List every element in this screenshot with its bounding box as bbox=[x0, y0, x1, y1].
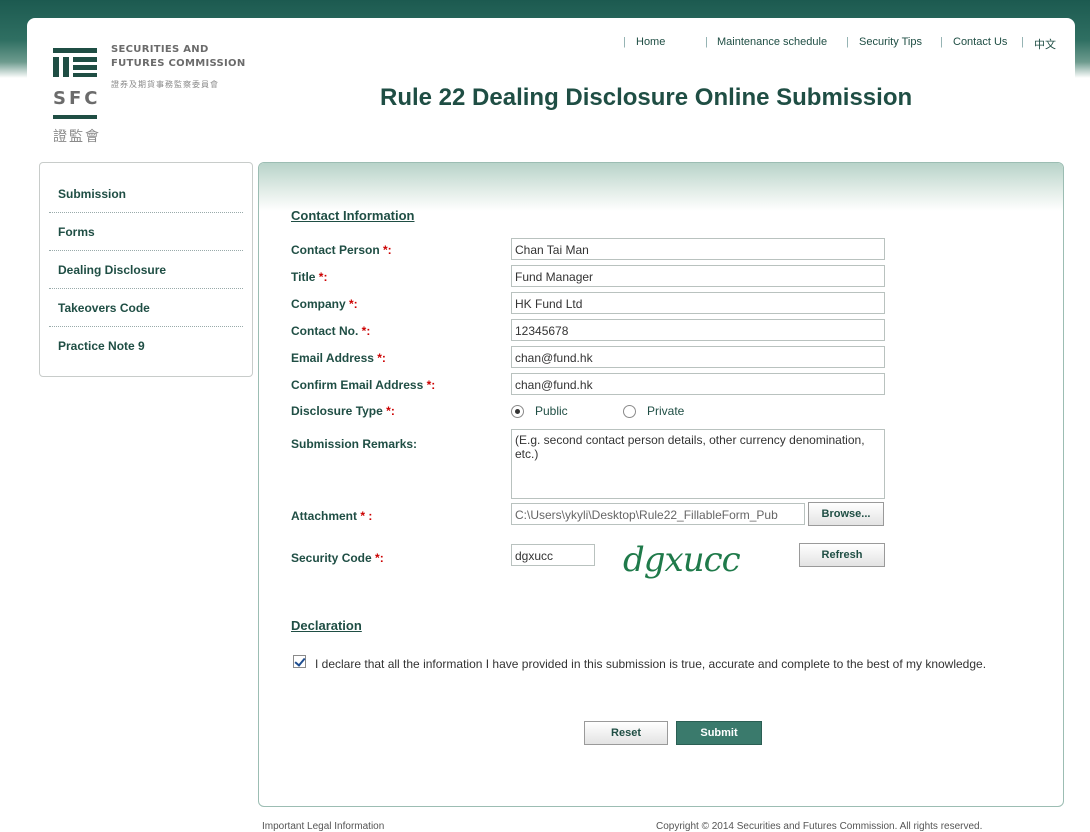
captcha-text: dgxucc bbox=[623, 540, 741, 580]
company-label: Company *: bbox=[291, 297, 358, 311]
submission-panel: Contact Information Contact Person *: Ch… bbox=[258, 162, 1064, 807]
nav-separator: | bbox=[1021, 36, 1024, 48]
security-code-label: Security Code *: bbox=[291, 551, 384, 565]
disclosure-public-label[interactable]: Public bbox=[535, 404, 568, 418]
logo-line-2: FUTURES COMMISSION bbox=[111, 58, 246, 69]
email-label: Email Address *: bbox=[291, 351, 386, 365]
important-legal-link[interactable]: Important Legal Information bbox=[262, 821, 384, 832]
company-input[interactable]: HK Fund Ltd bbox=[511, 292, 885, 314]
disclosure-public-radio[interactable] bbox=[511, 405, 524, 418]
disclosure-private-label[interactable]: Private bbox=[647, 404, 684, 418]
sidebar-item-dealing-disclosure[interactable]: Dealing Disclosure bbox=[49, 251, 243, 289]
attachment-label: Attachment * : bbox=[291, 509, 373, 523]
browse-button[interactable]: Browse... bbox=[808, 502, 884, 526]
panel-header bbox=[259, 163, 1063, 211]
declaration-text: I declare that all the information I hav… bbox=[315, 657, 987, 671]
contact-no-label: Contact No. *: bbox=[291, 324, 371, 338]
logo-divider bbox=[53, 115, 97, 119]
logo-abbr: SFC bbox=[53, 88, 101, 109]
sfc-logo-icon bbox=[53, 48, 97, 80]
contact-person-input[interactable]: Chan Tai Man bbox=[511, 238, 885, 260]
sidebar-item-label: Forms bbox=[58, 225, 95, 239]
nav-link-home[interactable]: Home bbox=[636, 36, 665, 48]
sfc-logo[interactable]: SECURITIES AND FUTURES COMMISSION 證券及期貨事… bbox=[53, 44, 263, 154]
sidebar-item-takeovers-code[interactable]: Takeovers Code bbox=[49, 289, 243, 327]
nav-separator: | bbox=[705, 36, 708, 48]
reset-button[interactable]: Reset bbox=[584, 721, 668, 745]
contact-information-heading: Contact Information bbox=[291, 208, 415, 223]
sidebar-item-label: Dealing Disclosure bbox=[58, 263, 167, 277]
title-label: Title *: bbox=[291, 270, 328, 284]
nav-link-contact-us[interactable]: Contact Us bbox=[953, 36, 1007, 48]
confirm-email-input[interactable]: chan@fund.hk bbox=[511, 373, 885, 395]
nav-link-security-tips[interactable]: Security Tips bbox=[859, 36, 922, 48]
sidebar-item-submission[interactable]: Submission bbox=[49, 175, 243, 213]
sidebar-item-label: Submission bbox=[58, 187, 127, 201]
sidebar-item-label: Practice Note 9 bbox=[58, 339, 145, 353]
logo-chinese-name: 證券及期貨事務監察委員會 bbox=[111, 80, 219, 89]
sidebar: Submission Forms Dealing Disclosure Take… bbox=[39, 162, 253, 377]
top-nav: | Home | Maintenance schedule | Security… bbox=[600, 36, 1080, 52]
sidebar-item-forms[interactable]: Forms bbox=[49, 213, 243, 251]
nav-link-chinese[interactable]: 中文 bbox=[1034, 36, 1056, 52]
contact-person-label: Contact Person *: bbox=[291, 243, 392, 257]
disclosure-private-radio[interactable] bbox=[623, 405, 636, 418]
submission-remarks-label: Submission Remarks: bbox=[291, 437, 418, 451]
logo-line-1: SECURITIES AND bbox=[111, 44, 209, 55]
declaration-heading: Declaration bbox=[291, 618, 362, 633]
submission-remarks-textarea[interactable]: (E.g. second contact person details, oth… bbox=[511, 429, 885, 499]
confirm-email-label: Confirm Email Address *: bbox=[291, 378, 436, 392]
logo-chinese-short: 證監會 bbox=[53, 128, 101, 144]
page-title: Rule 22 Dealing Disclosure Online Submis… bbox=[380, 84, 913, 111]
disclosure-type-label: Disclosure Type *: bbox=[291, 404, 395, 418]
nav-separator: | bbox=[623, 36, 626, 48]
title-input[interactable]: Fund Manager bbox=[511, 265, 885, 287]
nav-separator: | bbox=[846, 36, 849, 48]
captcha-image: dgxucc bbox=[623, 540, 742, 580]
security-code-input[interactable]: dgxucc bbox=[511, 544, 595, 566]
attachment-path-input[interactable]: C:\Users\ykyli\Desktop\Rule22_FillableFo… bbox=[511, 503, 805, 525]
submit-button[interactable]: Submit bbox=[676, 721, 762, 745]
nav-link-maintenance[interactable]: Maintenance schedule bbox=[717, 36, 827, 48]
sidebar-item-label: Takeovers Code bbox=[58, 301, 150, 315]
copyright-text: Copyright © 2014 Securities and Futures … bbox=[656, 821, 983, 832]
nav-separator: | bbox=[940, 36, 943, 48]
refresh-captcha-button[interactable]: Refresh bbox=[799, 543, 885, 567]
email-input[interactable]: chan@fund.hk bbox=[511, 346, 885, 368]
sidebar-item-practice-note-9[interactable]: Practice Note 9 bbox=[49, 327, 243, 365]
contact-no-input[interactable]: 12345678 bbox=[511, 319, 885, 341]
